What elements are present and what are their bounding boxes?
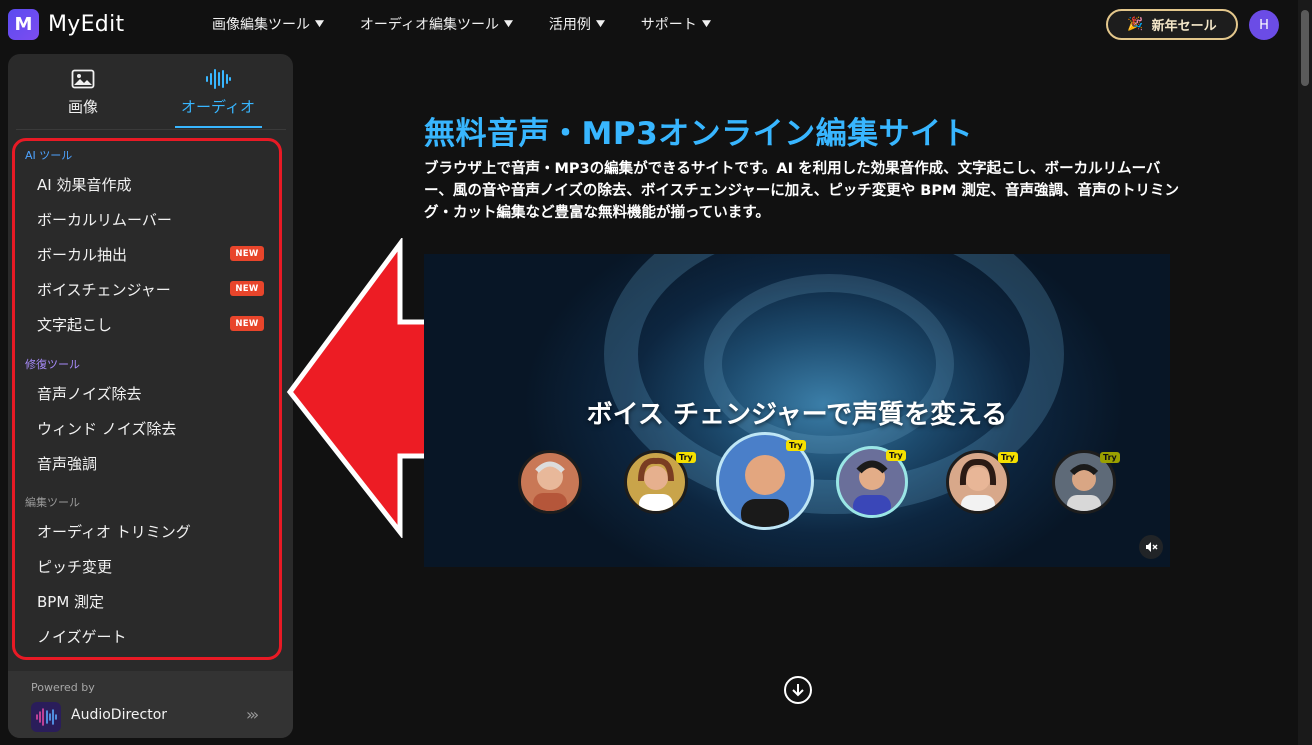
- chevron-down-icon: ▼: [503, 19, 513, 29]
- new-badge: NEW: [230, 316, 264, 331]
- group-label-edit-tools: 編集ツール: [25, 496, 80, 509]
- chevron-down-icon: ▼: [701, 19, 711, 29]
- chevrons-right-icon: ›››: [246, 705, 259, 724]
- chevron-down-icon: ▼: [595, 19, 605, 29]
- tab-image[interactable]: 画像: [28, 66, 138, 117]
- tool-noise-removal[interactable]: 音声ノイズ除去: [37, 383, 142, 404]
- page-title: 無料音声・MP3オンライン編集サイト: [424, 116, 974, 152]
- tab-label: 画像: [67, 98, 98, 116]
- tool-transcription[interactable]: 文字起こし: [37, 314, 112, 335]
- audio-wave-icon: [163, 66, 273, 92]
- sidebar-tabs: 画像 オーディオ: [8, 54, 293, 130]
- tool-wind-noise-removal[interactable]: ウィンド ノイズ除去: [37, 418, 176, 439]
- tool-bpm-measure[interactable]: BPM 測定: [37, 591, 104, 612]
- tool-pitch-change[interactable]: ピッチ変更: [37, 556, 112, 577]
- user-avatar[interactable]: H: [1249, 10, 1279, 40]
- brand-name: MyEdit: [48, 12, 125, 37]
- try-badge: Try: [676, 452, 696, 463]
- new-badge: NEW: [230, 281, 264, 296]
- nav-label: 画像編集ツール: [212, 17, 310, 33]
- voice-avatar-elder[interactable]: [518, 450, 582, 514]
- tool-vocal-remover[interactable]: ボーカルリムーバー: [37, 209, 172, 230]
- group-label-repair-tools: 修復ツール: [25, 358, 80, 371]
- voice-changer-video[interactable]: ボイス チェンジャーで声質を変える Try Try Try Try Try: [424, 254, 1170, 567]
- tab-audio[interactable]: オーディオ: [163, 66, 273, 117]
- audiodirector-icon: [31, 702, 61, 732]
- group-label-ai-tools: AI ツール: [25, 149, 73, 162]
- main-nav: 画像編集ツール ▼ オーディオ編集ツール ▼ 活用例 ▼ サポート ▼: [212, 14, 747, 34]
- new-year-sale-button[interactable]: 🎉 新年セール: [1106, 9, 1238, 40]
- audiodirector-name: AudioDirector: [71, 707, 168, 723]
- scrollbar-thumb[interactable]: [1301, 10, 1309, 86]
- scroll-down-icon[interactable]: [784, 676, 812, 704]
- nav-label: オーディオ編集ツール: [359, 17, 499, 33]
- tool-noise-gate[interactable]: ノイズゲート: [37, 626, 127, 647]
- top-nav-bar: M MyEdit 画像編集ツール ▼ オーディオ編集ツール ▼ 活用例 ▼ サポ…: [0, 0, 1312, 50]
- powered-by-label: Powered by: [31, 681, 95, 694]
- page-description: ブラウザ上で音声・MP3の編集ができるサイトです。AI を利用した効果音作成、文…: [424, 161, 1179, 221]
- brand-logo[interactable]: M MyEdit: [8, 9, 124, 40]
- try-badge: Try: [886, 450, 906, 461]
- nav-audio-tools[interactable]: オーディオ編集ツール ▼: [359, 14, 513, 34]
- myedit-logo-icon: M: [8, 9, 39, 40]
- divider: [16, 129, 286, 130]
- sale-label: 新年セール: [1151, 19, 1217, 34]
- tool-ai-sound-effect[interactable]: AI 効果音作成: [37, 174, 131, 195]
- nav-label: サポート: [640, 17, 697, 33]
- tool-sidebar: 画像 オーディオ AI ツール AI 効果音作成 ボーカルリムーバー ボーカル抽…: [8, 54, 293, 738]
- try-badge: Try: [786, 440, 806, 451]
- tool-speech-enhance[interactable]: 音声強調: [37, 453, 97, 474]
- try-badge: Try: [1100, 452, 1120, 463]
- try-badge: Try: [998, 452, 1018, 463]
- tab-label: オーディオ: [181, 98, 255, 116]
- page-scrollbar[interactable]: [1298, 0, 1312, 745]
- nav-support[interactable]: サポート ▼: [640, 14, 711, 34]
- nav-image-tools[interactable]: 画像編集ツール ▼: [212, 14, 324, 34]
- tool-audio-trimming[interactable]: オーディオ トリミング: [37, 521, 191, 542]
- mute-icon[interactable]: [1139, 535, 1163, 559]
- tool-voice-changer[interactable]: ボイスチェンジャー: [37, 279, 171, 300]
- chevron-down-icon: ▼: [314, 19, 324, 29]
- party-popper-icon: 🎉: [1127, 17, 1144, 32]
- new-badge: NEW: [230, 246, 264, 261]
- active-tab-indicator: [175, 126, 262, 128]
- powered-by-panel[interactable]: Powered by AudioDirector ›››: [8, 671, 293, 738]
- nav-label: 活用例: [548, 17, 591, 33]
- nav-use-cases[interactable]: 活用例 ▼: [548, 14, 605, 34]
- video-caption: ボイス チェンジャーで声質を変える: [586, 400, 1008, 430]
- image-icon: [28, 66, 138, 92]
- tool-vocal-extractor[interactable]: ボーカル抽出: [37, 244, 127, 265]
